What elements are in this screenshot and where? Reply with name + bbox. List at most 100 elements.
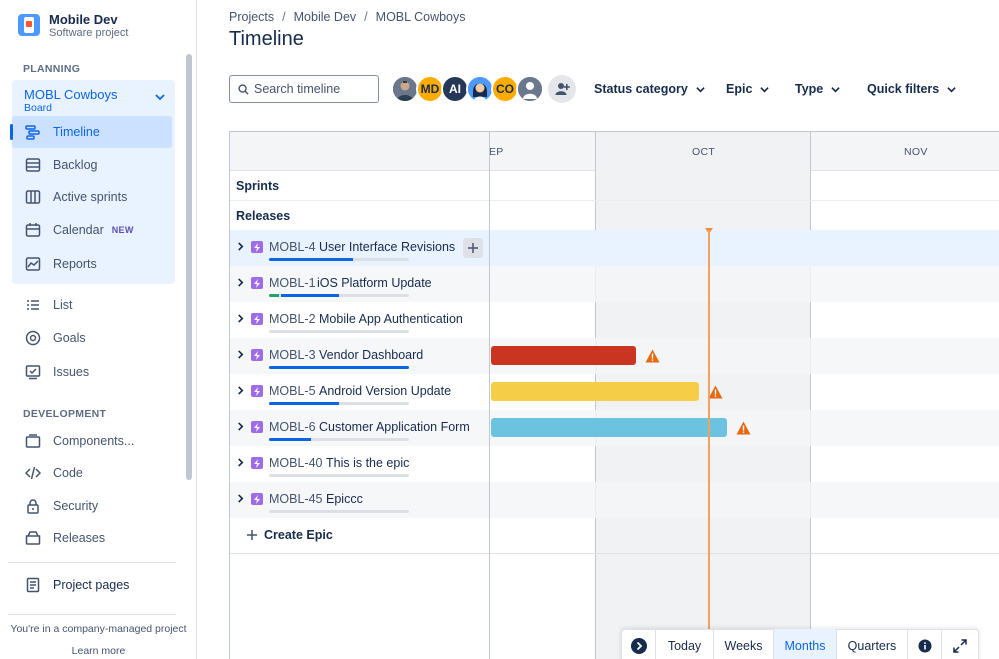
divider [8,562,176,563]
sidebar-item-list[interactable]: List [12,289,172,321]
components-icon [24,432,42,450]
breadcrumb-separator: / [282,10,286,24]
add-people-button[interactable] [548,75,576,103]
company-managed-note: You're in a company-managed project [10,623,187,635]
timeline-grid: EP OCT NOV Sprints Releases MOBL-4 User … [229,131,999,659]
month-label-sep: EP [489,146,504,158]
breadcrumb-projects[interactable]: Projects [229,10,274,24]
planning-section-label: PLANNING [23,63,81,75]
filter-label: Quick filters [867,82,940,96]
warning-icon[interactable] [736,421,751,435]
filter-label: Epic [726,82,753,96]
sidebar-scrollbar[interactable] [186,54,192,480]
chevron-down-icon [760,86,770,92]
filter-type[interactable]: Type [795,82,840,96]
sidebar-item-backlog[interactable]: Backlog [12,149,172,181]
today-button[interactable]: Today [656,629,714,659]
chevron-down-icon [831,86,840,92]
project-header[interactable]: Mobile Dev Software project [18,12,128,40]
avatar-group: MD AI CO [391,75,544,103]
info-button[interactable] [908,629,942,659]
board-name: MOBL Cowboys [24,87,118,102]
sidebar-item-code[interactable]: Code [12,457,172,489]
epic-bar[interactable] [491,346,636,365]
timeline-view-controls: Today Weeks Months Quarters [621,629,979,659]
divider [8,614,176,615]
avatar-illustrated-woman[interactable] [466,75,494,103]
chevron-down-icon [947,86,956,92]
sidebar-item-components[interactable]: Components... [12,425,172,457]
lock-icon [24,497,42,515]
sidebar-item-label: Reports [53,257,97,271]
warning-icon[interactable] [708,385,723,399]
sidebar-item-label: Project pages [53,578,130,592]
sidebar-item-timeline[interactable]: Timeline [10,116,172,148]
search-input[interactable] [254,82,374,96]
goals-icon [24,329,42,347]
backlog-icon [24,156,42,174]
breadcrumb-board[interactable]: MOBL Cowboys [376,10,466,24]
filter-label: Status category [594,82,688,96]
sidebar-item-project-pages[interactable]: Project pages [12,569,177,601]
warning-icon[interactable] [645,349,660,363]
person-illustration-icon [468,77,492,101]
breadcrumb-separator: / [364,10,368,24]
sidebar-item-label: Issues [53,365,90,379]
info-icon [918,639,931,653]
filter-quick-filters[interactable]: Quick filters [867,82,956,96]
sidebar-item-label: Code [53,466,83,480]
month-label-oct: OCT [692,146,716,158]
fullscreen-button[interactable] [942,629,978,659]
months-button[interactable]: Months [774,629,837,659]
sidebar-item-label: Components... [53,434,135,448]
breadcrumb-mobile-dev[interactable]: Mobile Dev [294,10,357,24]
epic-bar[interactable] [491,382,699,401]
chevron-down-icon [696,86,705,92]
search-box[interactable] [229,75,379,103]
sidebar-item-issues[interactable]: Issues [12,356,172,388]
chevron-down-icon [155,94,165,101]
sidebar-item-label: Calendar [53,223,104,237]
sidebar-item-label: Security [53,499,99,513]
quarters-button[interactable]: Quarters [837,629,908,659]
list-icon [24,296,42,314]
timeline-icon [24,123,42,141]
person-icon [518,77,542,101]
month-label-nov: NOV [904,146,928,158]
sidebar-item-label: Active sprints [53,190,128,204]
code-icon [24,464,42,482]
sidebar-item-active-sprints[interactable]: Active sprints [12,181,172,213]
avatar-ai[interactable]: AI [441,75,469,103]
learn-more-link[interactable]: Learn more [0,645,197,657]
avatar-unassigned[interactable] [516,75,544,103]
filter-label: Type [795,82,824,96]
releases-icon [24,529,42,547]
sidebar-item-calendar[interactable]: Calendar NEW [12,214,172,246]
project-logo-icon [18,14,40,36]
chevron-right-circle-icon [630,638,647,654]
board-columns-icon [24,188,42,206]
filter-epic[interactable]: Epic [726,82,770,96]
sidebar-item-label: Backlog [53,158,98,172]
breadcrumb: Projects / Mobile Dev / MOBL Cowboys [229,10,466,24]
sidebar-item-releases[interactable]: Releases [12,522,172,554]
sidebar: Mobile Dev Software project PLANNING MOB… [0,0,197,659]
sidebar-item-label: Releases [53,531,106,545]
expand-icon [953,639,967,653]
today-line [708,230,710,659]
search-icon [238,83,249,95]
avatar-co[interactable]: CO [491,75,519,103]
sidebar-item-security[interactable]: Security [12,490,172,522]
page-title: Timeline [229,28,304,50]
sidebar-item-goals[interactable]: Goals [12,322,172,354]
collapse-controls-button[interactable] [622,629,656,659]
avatar-photo-man[interactable] [391,75,419,103]
filter-status-category[interactable]: Status category [594,82,705,96]
epic-bar[interactable] [491,418,727,437]
avatar-md[interactable]: MD [416,75,444,103]
weeks-button[interactable]: Weeks [714,629,774,659]
new-badge: NEW [111,225,134,235]
project-name: Mobile Dev [49,12,118,27]
sidebar-item-reports[interactable]: Reports [12,248,172,280]
project-type: Software project [49,27,129,39]
